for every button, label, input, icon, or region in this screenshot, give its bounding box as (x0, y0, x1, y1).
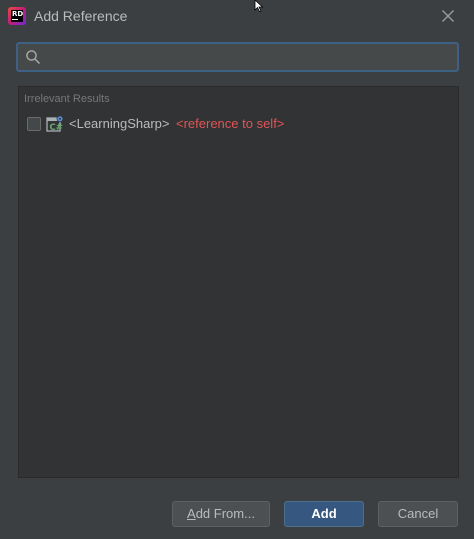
search-box[interactable] (16, 42, 459, 72)
mouse-pointer-icon (254, 0, 264, 12)
search-input[interactable] (48, 46, 457, 70)
self-reference-note: <reference to self> (176, 116, 285, 131)
project-name: <LearningSharp> (69, 116, 170, 131)
search-icon (26, 50, 41, 65)
title-bar: RD Add Reference (0, 0, 474, 34)
dialog-title: Add Reference (34, 8, 128, 24)
app-icon-text: RD (12, 10, 24, 18)
list-item[interactable]: C# <LearningSharp> <reference to self> (19, 113, 458, 137)
rider-app-icon: RD (8, 7, 26, 25)
close-icon (442, 10, 454, 22)
close-button[interactable] (436, 4, 460, 28)
csharp-project-icon: C# (46, 115, 64, 133)
reference-checkbox[interactable] (27, 117, 41, 131)
results-list: Irrelevant Results C# <LearningSharp> <r… (18, 86, 459, 478)
cancel-button[interactable]: Cancel (378, 501, 458, 527)
add-reference-dialog: RD Add Reference Irrelevant Results C# <… (0, 0, 474, 539)
add-from-label: dd From... (195, 506, 255, 521)
add-from-button[interactable]: Add From... (172, 501, 270, 527)
add-button[interactable]: Add (284, 501, 364, 527)
results-group-label: Irrelevant Results (24, 93, 110, 105)
svg-text:C#: C# (50, 123, 63, 133)
add-from-mnemonic: A (187, 506, 196, 521)
